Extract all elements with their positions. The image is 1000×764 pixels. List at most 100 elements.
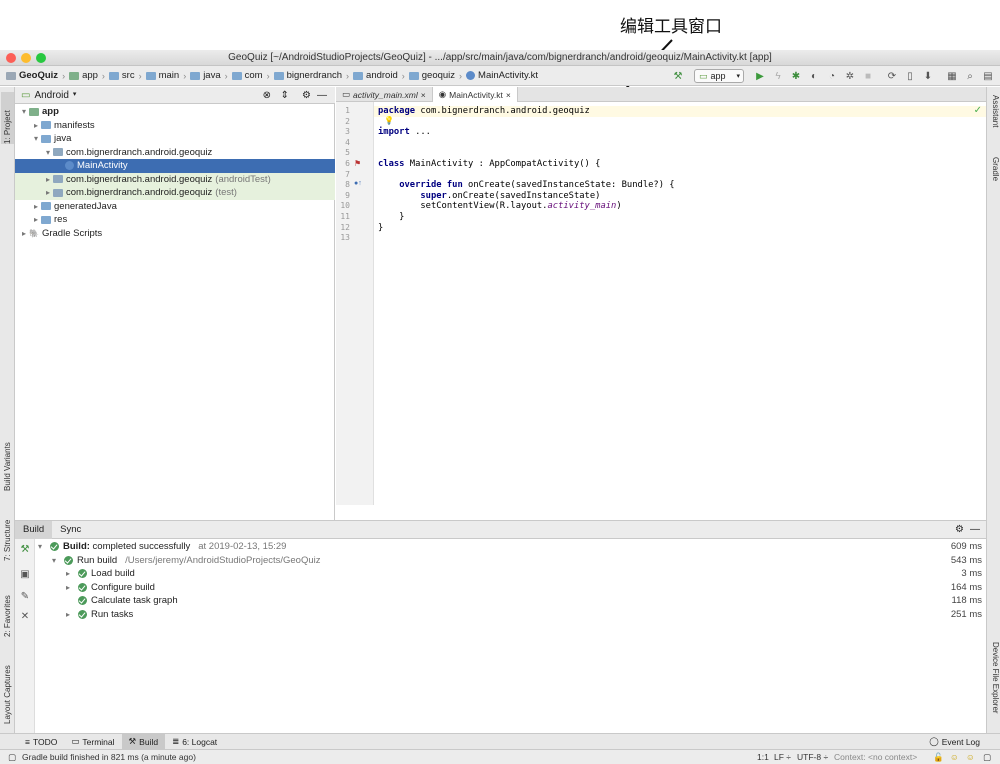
chevron-down-icon[interactable]: ▾ [31,134,41,143]
tree-item[interactable]: ▸ 🐘 Gradle Scripts [15,227,335,241]
apply-changes-icon[interactable]: ϟ [770,68,786,84]
toggle-view-icon[interactable]: ▣ [19,569,31,581]
breadcrumb-item[interactable]: com › [231,70,274,81]
tab-gradle[interactable]: Gradle [988,157,1000,197]
run-configuration-select[interactable]: ▭ app ▾ [694,69,744,83]
breadcrumb-item[interactable]: android › [353,70,409,81]
chevron-right-icon[interactable]: ▸ [31,202,41,211]
chevron-down-icon[interactable]: ▾ [52,556,64,565]
breadcrumb-item[interactable]: src › [108,70,146,81]
inspection-icon[interactable]: ☺ [950,752,959,762]
tool-window-tab[interactable]: ≡ TODO [18,734,64,749]
build-row[interactable]: ▾ Run build/Users/jeremy/AndroidStudioPro… [36,554,986,568]
context-indicator[interactable]: Context: <no context> [834,752,917,762]
pin-icon[interactable]: ✎ [19,591,31,603]
tab-favorites[interactable]: 2: Favorites [1,577,14,637]
tab-build-variants[interactable]: Build Variants [1,429,14,491]
hide-panel-icon[interactable]: — [317,90,327,101]
chevron-right-icon[interactable]: ▸ [66,610,78,619]
editor-tab[interactable]: ▭ activity_main.xml × [336,87,433,102]
tree-item[interactable]: ▸ res [15,213,335,227]
lock-icon[interactable]: 🔓 [933,752,944,763]
build-row[interactable]: ▸ Configure build 164 ms [36,581,986,595]
make-project-icon[interactable]: ⚒ [670,68,686,84]
run-coverage-icon[interactable]: ◐ [806,68,822,84]
project-structure-icon[interactable]: ▦ [944,68,960,84]
chevron-right-icon[interactable]: ▸ [31,215,41,224]
tree-item[interactable]: ▸ com.bignerdranch.android.geoquiz (androi… [15,172,335,186]
debug-icon[interactable]: ✱ [788,68,804,84]
breadcrumb-item[interactable]: app › [69,70,109,81]
sync-gradle-icon[interactable]: ⟳ [884,68,900,84]
breadcrumb-item[interactable]: bignerdranch › [273,70,353,81]
hammer-icon[interactable]: ⚒ [19,544,31,556]
line-separator[interactable]: LF ÷ [774,752,791,762]
hide-panel-icon[interactable]: — [970,524,980,535]
caret-position[interactable]: 1:1 [757,752,769,762]
tab-layout-captures[interactable]: Layout Captures [1,649,14,724]
close-tab-icon[interactable]: × [506,90,511,100]
chevron-right-icon[interactable]: ▸ [31,121,41,130]
tool-window-tab[interactable]: ≣ 6: Logcat [165,734,224,749]
status-toggle-icon[interactable]: ▢ [8,752,16,763]
breadcrumb-item[interactable]: GeoQuiz › [6,70,69,81]
close-icon[interactable]: ✕ [19,611,31,623]
chevron-right-icon[interactable]: ▸ [19,229,29,238]
gear-icon[interactable]: ⚙ [955,524,964,535]
build-row[interactable]: Calculate task graph 118 ms [36,594,986,608]
breadcrumb-item[interactable]: java › [190,70,231,81]
tree-item[interactable]: ▾ com.bignerdranch.android.geoquiz [15,146,335,160]
chevron-down-icon[interactable]: ▾ [19,107,29,116]
collapse-all-icon[interactable]: ⇕ [281,90,289,101]
tree-item[interactable]: ▾ java [15,132,335,146]
stop-icon[interactable]: ■ [860,68,876,84]
run-icon[interactable]: ▶ [752,68,768,84]
tab-device-file-explorer[interactable]: Device File Explorer [988,642,1000,732]
event-log-button[interactable]: ◯ Event Log [929,736,980,747]
locate-file-icon[interactable]: ⊗ [263,90,271,101]
search-icon[interactable]: ⌕ [962,68,978,84]
avd-manager-icon[interactable]: ▯ [902,68,918,84]
chevron-right-icon[interactable]: ▸ [66,583,78,592]
file-encoding[interactable]: UTF-8 ÷ [797,752,828,762]
project-view-select[interactable]: Android ▾ [34,90,76,101]
breadcrumb-item[interactable]: MainActivity.kt [466,70,538,81]
chevron-right-icon: › [101,70,105,81]
tree-item[interactable]: ▾ app [15,105,335,119]
attach-debugger-icon[interactable]: ✲ [842,68,858,84]
more-icon[interactable]: ▤ [980,68,996,84]
build-row[interactable]: ▾ Build: completed successfully at 2019-02… [36,540,986,554]
notifications-icon[interactable]: ▢ [983,752,991,763]
build-row[interactable]: ▸ Load build 3 ms [36,567,986,581]
profile-icon[interactable]: ◔ [824,68,840,84]
chevron-right-icon[interactable]: ▸ [66,569,78,578]
chevron-right-icon[interactable]: ▸ [43,188,53,197]
sdk-manager-icon[interactable]: ⬇ [920,68,936,84]
tool-window-tab[interactable]: ▭ Terminal [64,734,121,749]
chevron-down-icon[interactable]: ▾ [38,542,50,551]
breadcrumb-item[interactable]: geoquiz › [408,70,466,81]
gear-icon[interactable]: ⚙ [302,90,311,101]
editor-tab[interactable]: ◉ MainActivity.kt × [432,87,518,102]
build-row[interactable]: ▸ Run tasks 251 ms [36,608,986,622]
tree-item[interactable]: ▸ generatedJava [15,200,335,214]
tree-item[interactable]: ▸ manifests [15,119,335,133]
tab-project[interactable]: 1: Project [1,92,14,144]
intention-bulb-icon[interactable]: 💡 [384,116,394,125]
tab-structure[interactable]: 7: Structure [1,509,14,561]
tool-window-tab[interactable]: ⚒ Build [121,734,166,749]
tree-item[interactable]: ▸ com.bignerdranch.android.geoquiz (test) [15,186,335,200]
feedback-icon[interactable]: ☺ [966,752,975,762]
chevron-down-icon[interactable]: ▾ [43,148,53,157]
right-tool-stripe: Assistant Gradle Device File Explorer [986,87,1000,733]
run-class-icon[interactable]: ⚑ [354,159,361,168]
build-tab[interactable]: Sync [52,521,89,539]
build-tab[interactable]: Build [15,520,53,539]
code-editor[interactable]: ✓ package com.bignerdranch.android.geoqu… [374,102,986,505]
chevron-right-icon[interactable]: ▸ [43,175,53,184]
close-tab-icon[interactable]: × [421,90,426,100]
tree-item[interactable]: MainActivity [15,159,335,173]
tab-assistant[interactable]: Assistant [988,95,1000,145]
breadcrumb-item[interactable]: main › [145,70,191,81]
override-marker-icon[interactable]: ●↑ [354,180,362,187]
